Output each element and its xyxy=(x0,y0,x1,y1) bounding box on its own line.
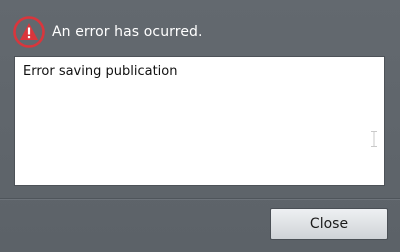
separator xyxy=(0,198,400,199)
error-message-box[interactable]: Error saving publication xyxy=(14,56,385,186)
text-cursor-icon xyxy=(371,131,377,147)
error-message-text: Error saving publication xyxy=(23,64,178,79)
dialog-header: An error has ocurred. xyxy=(12,15,203,49)
close-button[interactable]: Close xyxy=(270,208,388,240)
error-warning-icon xyxy=(12,15,46,49)
error-dialog: An error has ocurred. Error saving publi… xyxy=(0,0,400,252)
dialog-title: An error has ocurred. xyxy=(52,24,203,40)
